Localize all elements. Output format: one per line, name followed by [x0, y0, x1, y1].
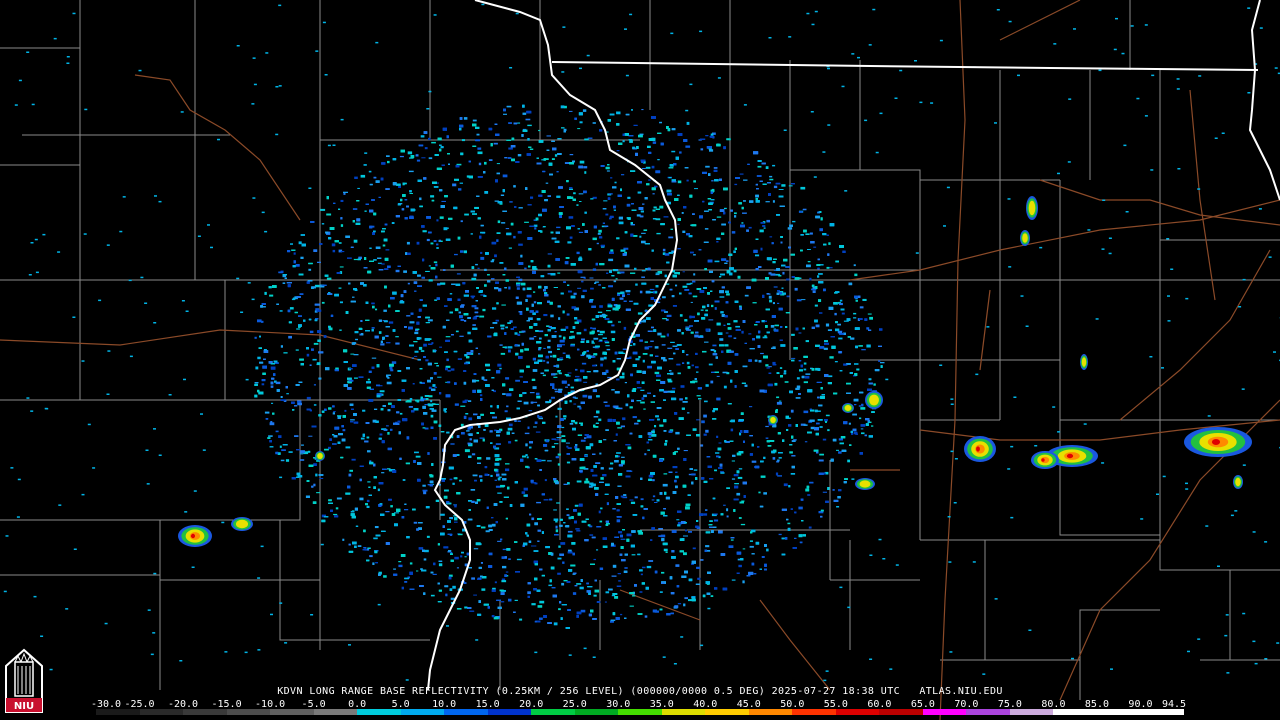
scale-segment: [966, 709, 1010, 715]
caption-elevation: 0.5 DEG): [713, 686, 766, 697]
scale-segment: [487, 709, 532, 715]
scale-segment: [1140, 709, 1184, 715]
scale-segment: [879, 709, 923, 715]
caption-product: LONG RANGE BASE REFLECTIVITY: [309, 686, 490, 697]
scale-segment: [1009, 709, 1054, 715]
product-caption: KDVN LONG RANGE BASE REFLECTIVITY (0.25K…: [0, 686, 1280, 698]
scale-segment: [574, 709, 619, 715]
scale-segment: [705, 709, 749, 715]
scale-segment: [96, 709, 140, 715]
scale-segment: [1053, 709, 1097, 715]
color-scale-bar: [96, 709, 1184, 715]
scale-segment: [270, 709, 314, 715]
scale-segment: [313, 709, 358, 715]
caption-volume: (000000/0000: [630, 686, 708, 697]
scale-segment: [618, 709, 662, 715]
scale-segment: [531, 709, 575, 715]
caption-datetime: 2025-07-27 18:38 UTC: [771, 686, 901, 697]
scale-segment: [226, 709, 271, 715]
caption-radar: KDVN: [277, 686, 303, 697]
scale-segment: [183, 709, 227, 715]
scale-segment: [792, 709, 836, 715]
logo-text: NIU: [14, 701, 34, 712]
scale-segment: [661, 709, 706, 715]
scale-segment: [1096, 709, 1141, 715]
niu-tower-logo-icon: NIU: [2, 646, 46, 716]
scale-segment: [444, 709, 488, 715]
radar-site-marker: [561, 358, 573, 370]
scale-segment: [748, 709, 793, 715]
scale-segment: [922, 709, 967, 715]
scale-segment: [357, 709, 401, 715]
caption-resolution: (0.25KM / 256 LEVEL): [495, 686, 624, 697]
scale-segment: [139, 709, 184, 715]
caption-source: ATLAS.NIU.EDU: [919, 686, 1003, 697]
radar-map: [0, 0, 1280, 720]
scale-segment: [835, 709, 880, 715]
scale-segment: [400, 709, 445, 715]
